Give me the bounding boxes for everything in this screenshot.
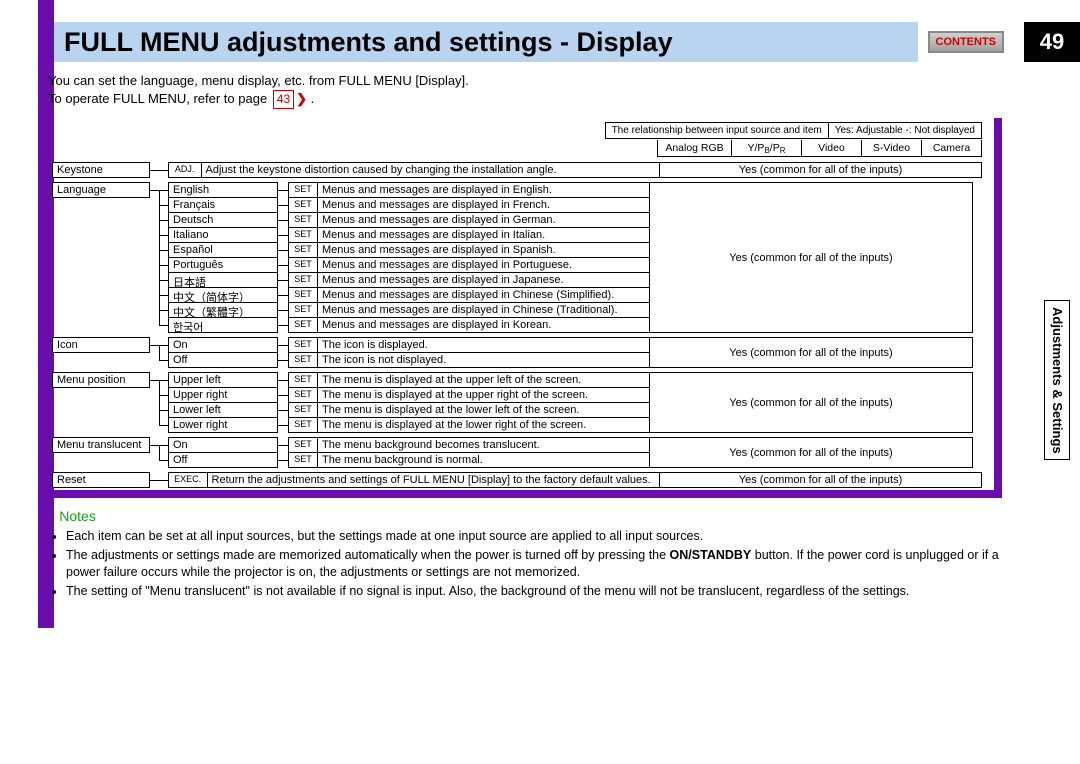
option-row: Español SETMenus and messages are display…	[168, 242, 650, 258]
option-name: Français	[168, 197, 278, 213]
option-row: Português SETMenus and messages are displ…	[168, 257, 650, 273]
set-tag: SET	[288, 302, 318, 318]
page-title: FULL MENU adjustments and settings - Dis…	[64, 27, 673, 58]
option-name: On	[168, 337, 278, 353]
option-desc: Menus and messages are displayed in Span…	[318, 242, 650, 258]
option-desc: Menus and messages are displayed in Chin…	[318, 302, 650, 318]
option-row: On SETThe menu background becomes translu…	[168, 437, 650, 453]
option-desc: Menus and messages are displayed in Japa…	[318, 272, 650, 288]
set-tag: SET	[288, 212, 318, 228]
set-tag: SET	[288, 402, 318, 418]
set-tag: SET	[288, 257, 318, 273]
section-tab: Adjustments & Settings	[1044, 300, 1070, 460]
option-desc: Menus and messages are displayed in Chin…	[318, 287, 650, 303]
option-row: Italiano SETMenus and messages are displa…	[168, 227, 650, 243]
set-tag: SET	[288, 272, 318, 288]
option-row: Upper right SETThe menu is displayed at t…	[168, 387, 650, 403]
option-name: Deutsch	[168, 212, 278, 228]
set-tag: SET	[288, 337, 318, 353]
option-row: Lower left SETThe menu is displayed at th…	[168, 402, 650, 418]
option-name: Upper right	[168, 387, 278, 403]
arrow-icon: ❯	[296, 91, 307, 106]
notes-section: Notes Each item can be set at all input …	[48, 508, 1036, 602]
option-name: Italiano	[168, 227, 278, 243]
intro-line-2: To operate FULL MENU, refer to page 43❯ …	[48, 90, 988, 109]
option-desc: Menus and messages are displayed in Engl…	[318, 182, 650, 198]
option-desc: Menus and messages are displayed in Kore…	[318, 317, 650, 333]
set-tag: SET	[288, 317, 318, 333]
option-desc: The menu is displayed at the lower left …	[318, 402, 650, 418]
set-tag: SET	[288, 287, 318, 303]
note-item: Each item can be set at all input source…	[66, 528, 1036, 545]
option-desc: Menus and messages are displayed in Ital…	[318, 227, 650, 243]
contents-button[interactable]: CONTENTS	[928, 31, 1005, 53]
option-row: Deutsch SETMenus and messages are display…	[168, 212, 650, 228]
option-row: On SETThe icon is displayed.	[168, 337, 650, 353]
set-tag: SET	[288, 182, 318, 198]
option-desc: The menu background becomes translucent.	[318, 437, 650, 453]
option-desc: The menu is displayed at the upper left …	[318, 372, 650, 388]
option-name: Off	[168, 352, 278, 368]
option-name: Português	[168, 257, 278, 273]
set-tag: SET	[288, 227, 318, 243]
option-desc: The menu background is normal.	[318, 452, 650, 468]
set-tag: SET	[288, 437, 318, 453]
header: FULL MENU adjustments and settings - Dis…	[54, 22, 1004, 62]
option-desc: Menus and messages are displayed in Port…	[318, 257, 650, 273]
intro-text: You can set the language, menu display, …	[48, 72, 988, 109]
note-item: The adjustments or settings made are mem…	[66, 547, 1036, 581]
row-reset: Reset EXEC. Return the adjustments and s…	[52, 472, 982, 488]
option-name: 中文（繁體字）	[168, 302, 278, 318]
legend: The relationship between input source an…	[605, 122, 982, 139]
option-name: 中文（简体字）	[168, 287, 278, 303]
option-name: Español	[168, 242, 278, 258]
option-name: Off	[168, 452, 278, 468]
set-tag: SET	[288, 372, 318, 388]
option-name: Upper left	[168, 372, 278, 388]
option-desc: The icon is not displayed.	[318, 352, 650, 368]
option-row: 日本語 SETMenus and messages are displayed i…	[168, 272, 650, 288]
option-row: 한국어 SETMenus and messages are displayed i…	[168, 317, 650, 333]
option-row: 中文（繁體字） SETMenus and messages are display…	[168, 302, 650, 318]
set-tag: SET	[288, 387, 318, 403]
option-name: Lower right	[168, 417, 278, 433]
note-item: The setting of "Menu translucent" is not…	[66, 583, 1036, 600]
set-tag: SET	[288, 452, 318, 468]
row-menu-translucent: Menu translucent OnSETThe menu backgroun…	[52, 437, 982, 468]
intro-line-1: You can set the language, menu display, …	[48, 72, 988, 90]
source-header-row: Analog RGB Y/PB/PR Video S-Video Camera	[657, 140, 982, 157]
option-row: Français SETMenus and messages are displa…	[168, 197, 650, 213]
option-name: English	[168, 182, 278, 198]
option-row: Lower right SETThe menu is displayed at t…	[168, 417, 650, 433]
row-menu-position: Menu position Upper leftSETThe menu is d…	[52, 372, 982, 433]
settings-table: Keystone ADJ. Adjust the keystone distor…	[52, 162, 982, 488]
option-name: 한국어	[168, 317, 278, 333]
notes-list: Each item can be set at all input source…	[48, 528, 1036, 600]
option-row: Upper left SETThe menu is displayed at th…	[168, 372, 650, 388]
set-tag: SET	[288, 417, 318, 433]
set-tag: SET	[288, 352, 318, 368]
page-ref-link[interactable]: 43	[273, 90, 294, 109]
row-icon: Icon OnSETThe icon is displayed.OffSETTh…	[52, 337, 982, 368]
option-row: 中文（简体字） SETMenus and messages are display…	[168, 287, 650, 303]
option-row: Off SETThe menu background is normal.	[168, 452, 650, 468]
option-name: On	[168, 437, 278, 453]
settings-panel: The relationship between input source an…	[42, 118, 1002, 498]
option-row: Off SETThe icon is not displayed.	[168, 352, 650, 368]
set-tag: SET	[288, 197, 318, 213]
row-language: Language EnglishSETMenus and messages ar…	[52, 182, 982, 333]
option-desc: Menus and messages are displayed in Fren…	[318, 197, 650, 213]
option-name: 日本語	[168, 272, 278, 288]
option-desc: The menu is displayed at the upper right…	[318, 387, 650, 403]
option-desc: The menu is displayed at the lower right…	[318, 417, 650, 433]
option-desc: The icon is displayed.	[318, 337, 650, 353]
option-row: English SETMenus and messages are display…	[168, 182, 650, 198]
row-keystone: Keystone ADJ. Adjust the keystone distor…	[52, 162, 982, 178]
page-number: 49	[1024, 22, 1080, 62]
option-name: Lower left	[168, 402, 278, 418]
option-desc: Menus and messages are displayed in Germ…	[318, 212, 650, 228]
notes-heading: Notes	[48, 508, 1036, 524]
set-tag: SET	[288, 242, 318, 258]
title-bg: FULL MENU adjustments and settings - Dis…	[54, 22, 918, 62]
